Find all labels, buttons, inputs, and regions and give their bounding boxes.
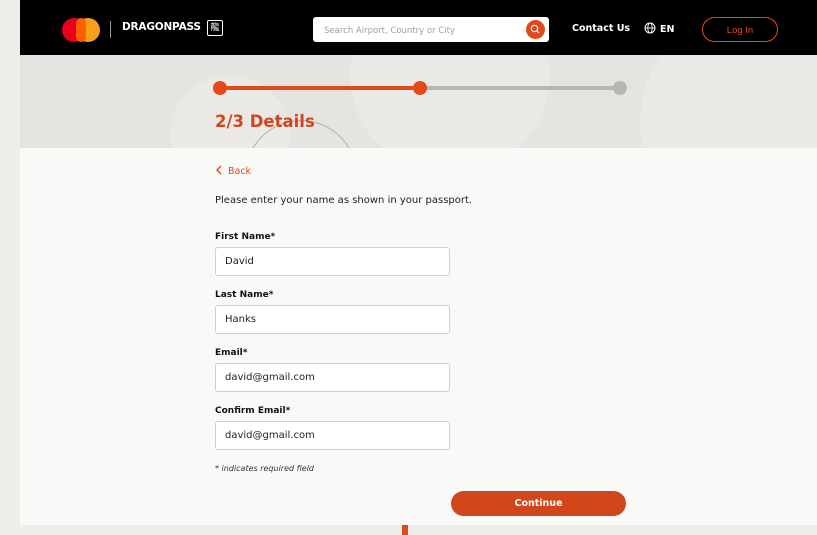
step-3-dot <box>613 81 627 95</box>
search-input[interactable] <box>322 17 522 44</box>
brand-name[interactable]: DRAGONPASS <box>122 21 201 33</box>
first-name-field[interactable] <box>215 247 450 276</box>
continue-button[interactable]: Continue <box>451 491 626 516</box>
step-2-dot <box>413 81 427 95</box>
search-box <box>313 17 549 44</box>
decorative-circle <box>350 55 550 148</box>
back-label: Back <box>228 166 252 177</box>
decorative-circle <box>640 55 817 148</box>
email-label: Email* <box>215 348 248 358</box>
progress-line-complete <box>220 86 420 90</box>
page-title: 2/3 Details <box>215 112 315 131</box>
instruction-text: Please enter your name as shown in your … <box>215 195 473 206</box>
top-header: DRAGONPASS 龍 Contact Us EN Log In <box>20 0 817 55</box>
brand-mark-icon: 龍 <box>207 20 223 36</box>
confirm-email-field[interactable] <box>215 421 450 450</box>
back-link[interactable]: Back <box>215 165 251 177</box>
language-selector[interactable]: EN <box>644 22 674 35</box>
language-label: EN <box>660 24 675 35</box>
confirm-email-label: Confirm Email* <box>215 406 291 416</box>
brand-divider <box>110 21 111 38</box>
search-icon <box>530 24 540 34</box>
first-name-label: First Name* <box>215 232 276 242</box>
required-field-note: * indicates required field <box>215 464 315 473</box>
scroll-indicator <box>402 525 408 535</box>
contact-us-link[interactable]: Contact Us <box>572 23 630 34</box>
progress-line-incomplete <box>420 86 620 90</box>
globe-icon <box>644 22 656 34</box>
chevron-left-icon <box>216 165 222 175</box>
details-form: Back Please enter your name as shown in … <box>20 148 817 525</box>
email-field[interactable] <box>215 363 450 392</box>
logo-overlap <box>76 18 86 42</box>
last-name-label: Last Name* <box>215 290 274 300</box>
progress-section: 2/3 Details <box>20 55 817 148</box>
search-button[interactable] <box>526 20 545 39</box>
login-button[interactable]: Log In <box>702 17 778 42</box>
step-1-dot <box>213 81 227 95</box>
last-name-field[interactable] <box>215 305 450 334</box>
mastercard-logo[interactable] <box>62 18 100 42</box>
